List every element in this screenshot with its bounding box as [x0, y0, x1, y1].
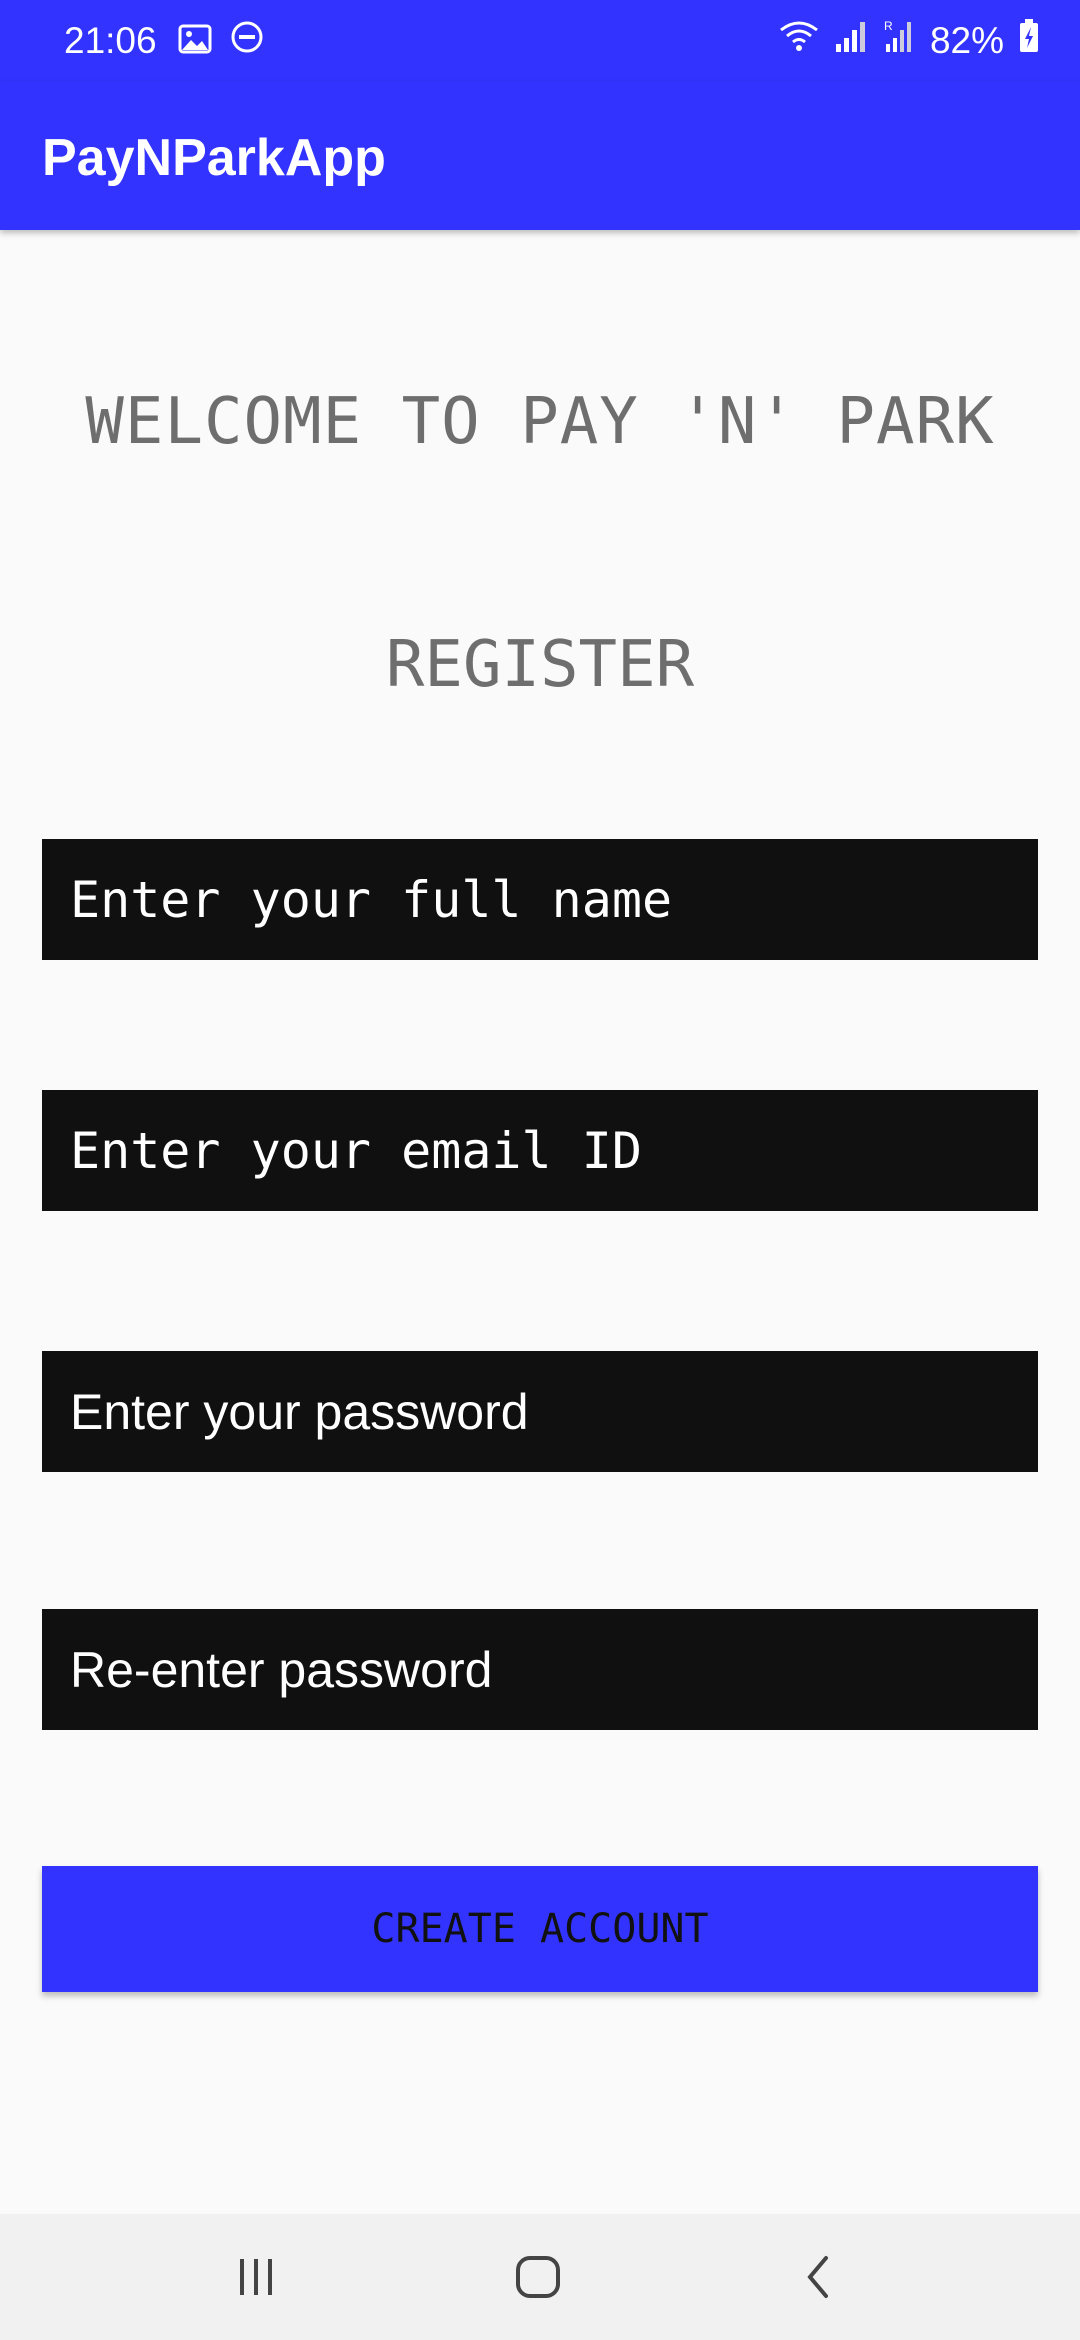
back-icon[interactable] [788, 2252, 848, 2302]
battery-percent: 82% [929, 19, 1004, 61]
navigation-bar [0, 2214, 1080, 2340]
battery-charging-icon [1018, 18, 1040, 63]
password-placeholder: Enter your password [70, 1383, 529, 1440]
welcome-heading: WELCOME TO PAY 'N' PARK [85, 385, 995, 459]
status-bar: 21:06 R 82% [0, 0, 1080, 82]
reenter-password-placeholder: Re-enter password [70, 1641, 493, 1698]
register-heading: REGISTER [385, 628, 695, 702]
status-left-icons [178, 20, 264, 63]
email-field[interactable]: Enter your email ID [42, 1090, 1038, 1211]
dnd-icon [230, 20, 264, 63]
email-placeholder: Enter your email ID [70, 1121, 642, 1180]
wifi-icon [778, 18, 820, 63]
reenter-password-field[interactable]: Re-enter password [42, 1609, 1038, 1730]
recents-icon[interactable] [226, 2252, 286, 2302]
status-time: 21:06 [64, 20, 157, 61]
svg-text:R: R [884, 19, 893, 33]
image-icon [178, 21, 212, 63]
app-title: PayNParkApp [42, 129, 386, 187]
signal-icon [834, 18, 868, 63]
signal-roaming-icon: R [882, 18, 916, 63]
password-field[interactable]: Enter your password [42, 1351, 1038, 1472]
create-account-button[interactable]: CREATE ACCOUNT [42, 1866, 1038, 1992]
home-icon[interactable] [508, 2252, 568, 2302]
status-right-icons: R 82% [778, 18, 1040, 63]
full-name-placeholder: Enter your full name [70, 870, 673, 929]
app-bar: PayNParkApp [0, 82, 1080, 230]
full-name-field[interactable]: Enter your full name [42, 839, 1038, 960]
